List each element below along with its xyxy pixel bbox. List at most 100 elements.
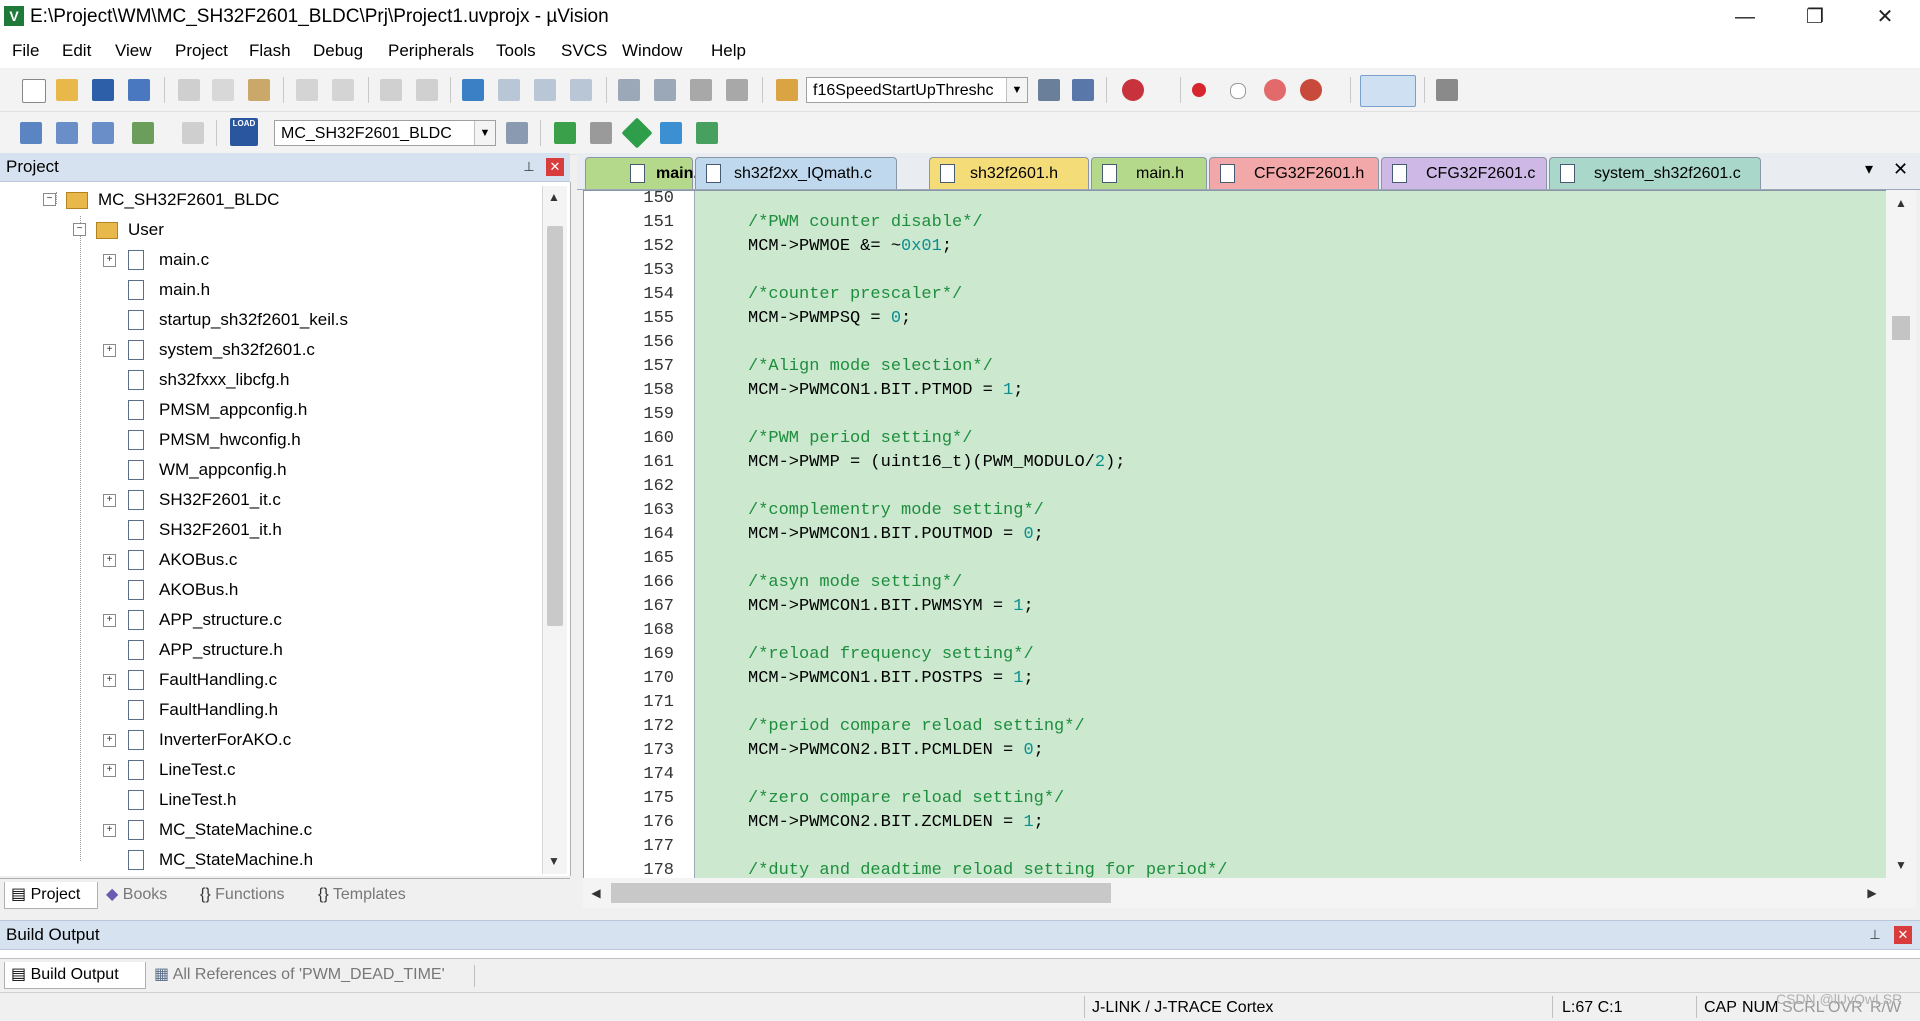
menu-peripherals[interactable]: Peripherals <box>388 41 474 61</box>
batch-build-icon[interactable] <box>132 122 154 144</box>
download-icon[interactable]: LOAD <box>230 118 258 146</box>
tree-file[interactable]: SH32F2601_it.h <box>0 516 540 546</box>
menu-svcs[interactable]: SVCS <box>561 41 607 61</box>
pin-icon[interactable]: ⊥ <box>520 158 538 176</box>
nav-forward-icon[interactable] <box>416 79 438 101</box>
expand-icon[interactable]: + <box>103 734 116 747</box>
editor-tab-main-c[interactable]: main.c <box>585 157 707 189</box>
expand-icon[interactable]: + <box>103 674 116 687</box>
editor-tab-cfg-c[interactable]: CFG32F2601.c <box>1381 157 1547 189</box>
tree-root-target[interactable]: − MC_SH32F2601_BLDC <box>0 186 540 216</box>
editor-tab-main-h[interactable]: main.h <box>1091 157 1207 189</box>
tree-file[interactable]: + main.c <box>0 246 540 276</box>
menu-file[interactable]: File <box>12 41 39 61</box>
paste-icon[interactable] <box>248 79 270 101</box>
scroll-down-icon[interactable]: ▼ <box>1890 854 1912 876</box>
close-editor-tab-icon[interactable]: ✕ <box>1893 159 1908 180</box>
tab-books[interactable]: ◆ Books <box>106 882 167 908</box>
scroll-left-icon[interactable]: ◀ <box>585 882 607 904</box>
tab-references[interactable]: ▦ All References of 'PWM_DEAD_TIME' <box>154 962 445 988</box>
editor-tab-sh32f2601-h[interactable]: sh32f2601.h <box>929 157 1089 189</box>
scroll-down-icon[interactable]: ▼ <box>543 850 565 872</box>
redo-icon[interactable] <box>332 79 354 101</box>
expand-icon[interactable]: + <box>103 824 116 837</box>
scroll-up-icon[interactable]: ▲ <box>1890 192 1912 214</box>
tree-file[interactable]: + APP_structure.c <box>0 606 540 636</box>
scroll-right-icon[interactable]: ▶ <box>1861 882 1883 904</box>
tab-list-menu-icon[interactable]: ▾ <box>1865 159 1873 179</box>
environment-icon[interactable] <box>660 122 682 144</box>
menu-view[interactable]: View <box>115 41 152 61</box>
scroll-thumb[interactable] <box>547 226 563 626</box>
tree-file[interactable]: + AKOBus.c <box>0 546 540 576</box>
tree-file[interactable]: + MC_StateMachine.c <box>0 816 540 846</box>
tree-file[interactable]: startup_sh32f2601_keil.s <box>0 306 540 336</box>
nav-back-icon[interactable] <box>380 79 402 101</box>
build-icon[interactable] <box>56 122 78 144</box>
tree-file[interactable]: PMSM_hwconfig.h <box>0 426 540 456</box>
target-select[interactable]: MC_SH32F2601_BLDC ▼ <box>274 120 496 146</box>
close-panel-button[interactable]: ✕ <box>1894 926 1912 944</box>
tree-file[interactable]: + InverterForAKO.c <box>0 726 540 756</box>
save-all-icon[interactable] <box>128 79 150 101</box>
tree-file[interactable]: FaultHandling.h <box>0 696 540 726</box>
tree-file[interactable]: MC_StateMachine.h <box>0 846 540 876</box>
menu-edit[interactable]: Edit <box>62 41 91 61</box>
editor-tab-cfg-h[interactable]: CFG32F2601.h <box>1209 157 1379 189</box>
project-tree-scrollbar[interactable]: ▲ ▼ <box>542 186 567 874</box>
indent-icon[interactable] <box>618 79 640 101</box>
bookmark-set-icon[interactable] <box>462 79 484 101</box>
editor-tab-system-c[interactable]: system_sh32f2601.c <box>1549 157 1761 189</box>
find-icon[interactable] <box>1038 79 1060 101</box>
undo-icon[interactable] <box>296 79 318 101</box>
copy-icon[interactable] <box>212 79 234 101</box>
tree-file[interactable]: + SH32F2601_it.c <box>0 486 540 516</box>
bookmark-clear-icon[interactable] <box>570 79 592 101</box>
rebuild-icon[interactable] <box>92 122 114 144</box>
breakpoint-kill-all-icon[interactable] <box>1300 79 1322 101</box>
bookmark-next-icon[interactable] <box>534 79 556 101</box>
translate-icon[interactable] <box>20 122 42 144</box>
stop-build-icon[interactable] <box>182 122 204 144</box>
incremental-find-icon[interactable] <box>1072 79 1094 101</box>
menu-help[interactable]: Help <box>711 41 746 61</box>
tab-project[interactable]: ▤ Project <box>4 882 98 909</box>
restore-button[interactable]: ❐ <box>1780 0 1850 34</box>
open-folder-icon[interactable] <box>56 79 78 101</box>
tree-file[interactable]: main.h <box>0 276 540 306</box>
close-panel-button[interactable]: ✕ <box>546 158 564 176</box>
breakpoint-disable-all-icon[interactable] <box>1264 79 1286 101</box>
expand-icon[interactable]: + <box>103 254 116 267</box>
menu-debug[interactable]: Debug <box>313 41 363 61</box>
target-options-icon[interactable] <box>506 122 528 144</box>
chevron-down-icon[interactable]: ▼ <box>1006 78 1027 102</box>
scroll-thumb[interactable] <box>1892 316 1910 340</box>
window-layout-icon[interactable] <box>1360 75 1416 107</box>
breakpoint-disable-icon[interactable] <box>1230 83 1246 99</box>
cut-icon[interactable] <box>178 79 200 101</box>
close-window-button[interactable]: ✕ <box>1850 0 1920 34</box>
tab-templates[interactable]: {} Templates <box>318 882 406 908</box>
tree-file[interactable]: LineTest.h <box>0 786 540 816</box>
expand-icon[interactable]: + <box>103 764 116 777</box>
tree-file[interactable]: + system_sh32f2601.c <box>0 336 540 366</box>
find-combo[interactable]: f16SpeedStartUpThreshc ▼ <box>806 77 1028 103</box>
scroll-thumb[interactable] <box>611 883 1111 903</box>
configure-icon[interactable] <box>1436 79 1458 101</box>
save-icon[interactable] <box>92 79 114 101</box>
expand-icon[interactable]: + <box>103 344 116 357</box>
tree-file[interactable]: sh32fxxx_libcfg.h <box>0 366 540 396</box>
new-file-icon[interactable] <box>22 79 46 103</box>
menu-tools[interactable]: Tools <box>496 41 536 61</box>
expand-icon[interactable]: + <box>103 554 116 567</box>
pin-icon[interactable]: ⊥ <box>1866 926 1884 944</box>
tree-file[interactable]: + LineTest.c <box>0 756 540 786</box>
expand-icon[interactable]: + <box>103 494 116 507</box>
menu-window[interactable]: Window <box>622 41 682 61</box>
tab-functions[interactable]: {} Functions <box>200 882 285 908</box>
multi-project-icon[interactable] <box>696 122 718 144</box>
tree-file[interactable]: WM_appconfig.h <box>0 456 540 486</box>
unindent-icon[interactable] <box>654 79 676 101</box>
collapse-icon[interactable]: − <box>73 223 86 236</box>
collapse-icon[interactable]: − <box>43 193 56 206</box>
